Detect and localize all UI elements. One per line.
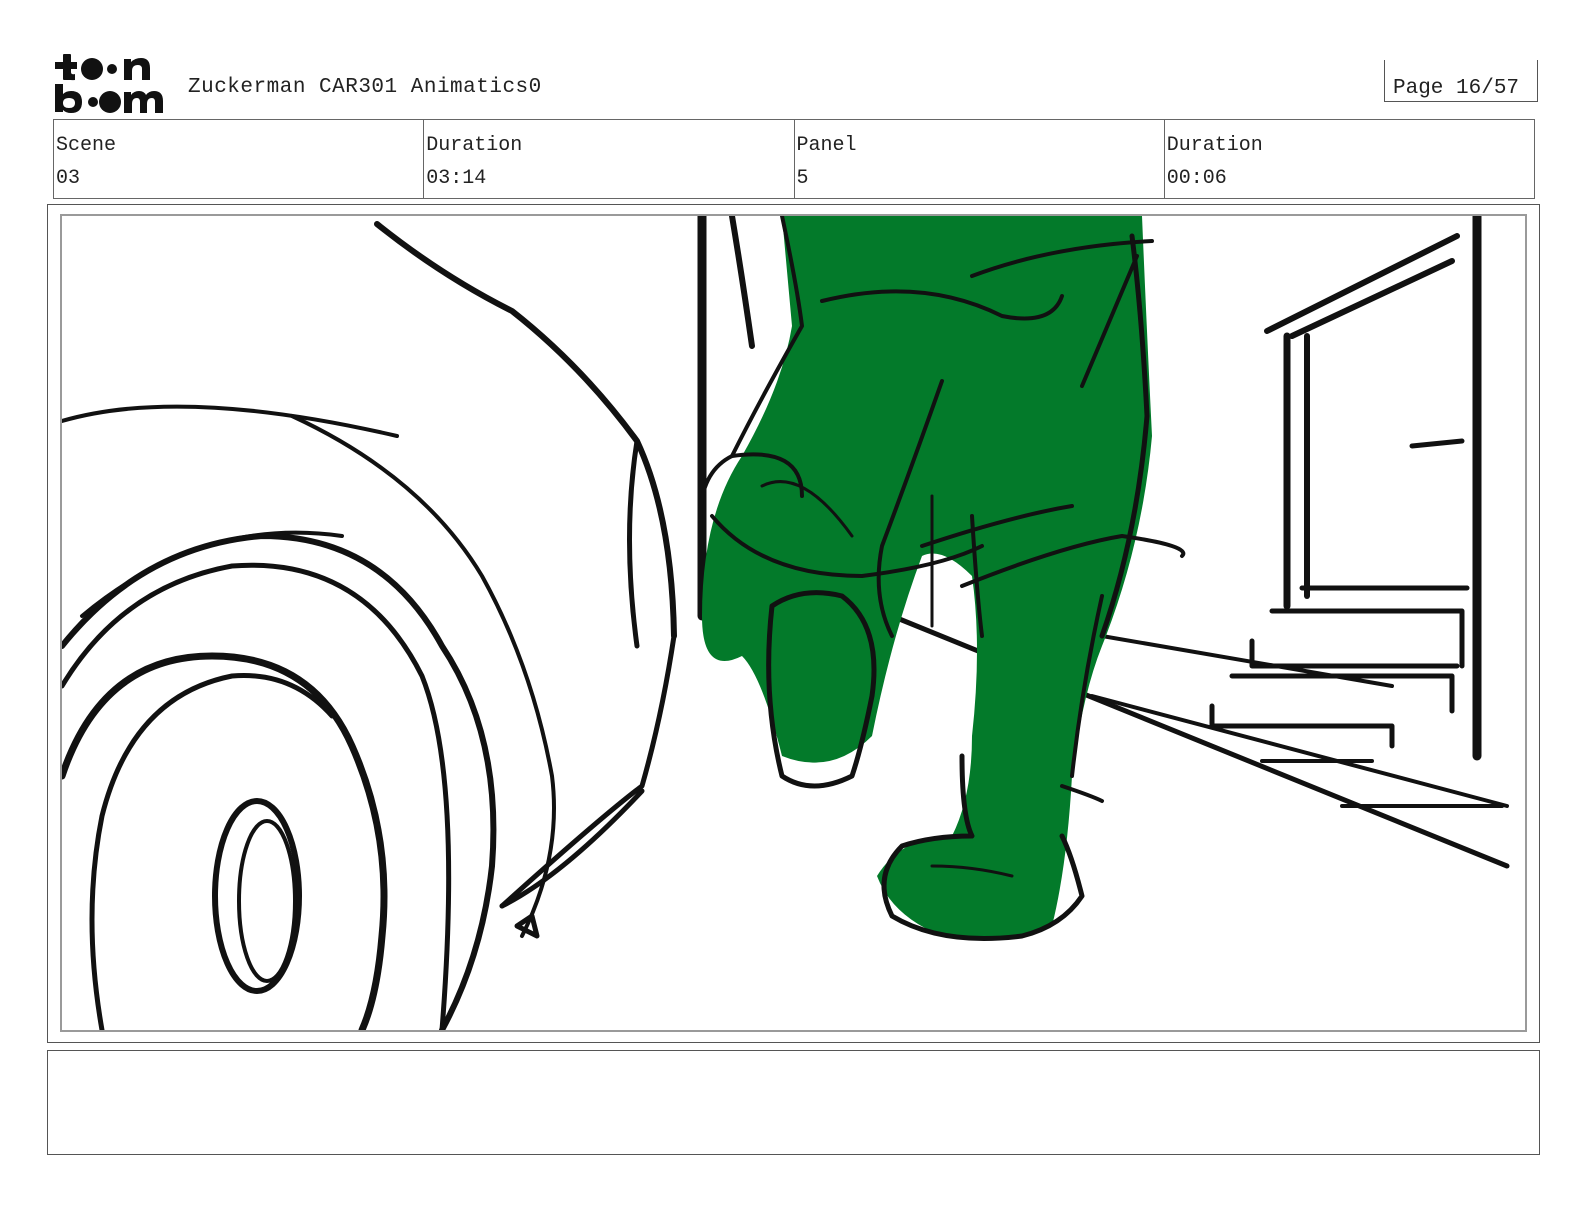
- panel-value: 5: [796, 167, 809, 190]
- scene-label: Scene: [56, 134, 117, 157]
- scene-duration-cell: Duration 03:14: [423, 120, 793, 198]
- panel-label: Panel: [796, 134, 857, 157]
- page-number: Page 16/57: [1393, 77, 1520, 100]
- panel-notes-box: [47, 1050, 1540, 1155]
- scene-info-table: Scene 03 Duration 03:14 Panel 5 Duration…: [53, 119, 1535, 199]
- panel-duration-value: 00:06: [1166, 167, 1227, 190]
- panel-duration-label: Duration: [1166, 134, 1263, 157]
- storyboard-panel-image: [60, 214, 1527, 1032]
- storyboard-sketch-icon: [62, 216, 1510, 1030]
- storyboard-panel-frame: [47, 204, 1540, 1043]
- document-title: Zuckerman CAR301 Animatics0: [188, 76, 542, 99]
- scene-value: 03: [56, 167, 81, 190]
- toon-boom-logo: [50, 50, 166, 114]
- scene-cell: Scene 03: [54, 120, 423, 198]
- panel-duration-cell: Duration 00:06: [1163, 120, 1534, 198]
- panel-cell: Panel 5: [793, 120, 1164, 198]
- scene-duration-label: Duration: [426, 134, 523, 157]
- scene-duration-value: 03:14: [426, 167, 487, 190]
- character-fill: [702, 216, 1152, 940]
